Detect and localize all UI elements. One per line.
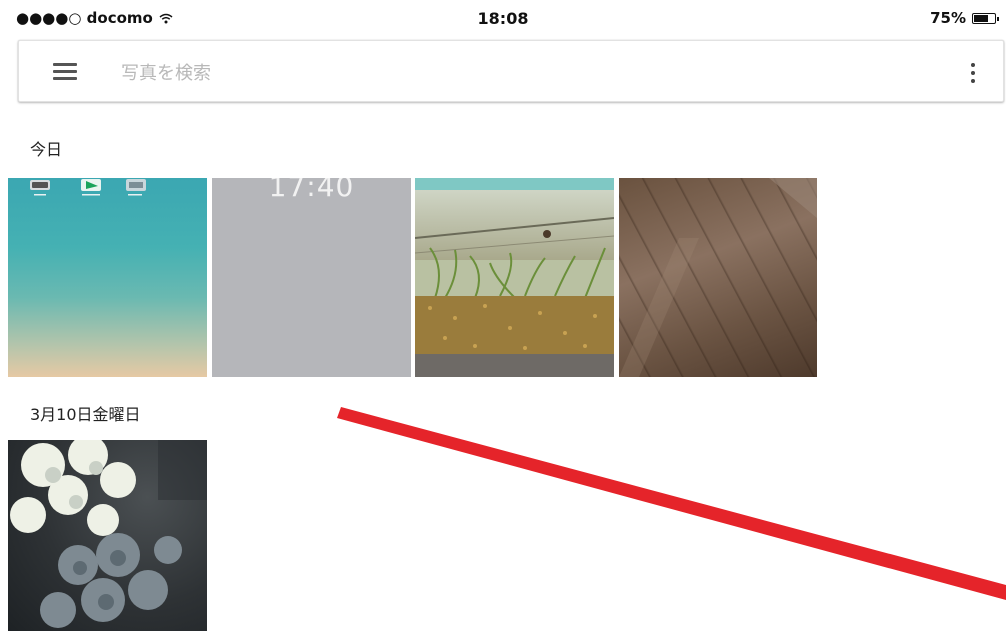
battery-percent: 75%: [930, 9, 966, 27]
more-vert-icon[interactable]: [969, 61, 977, 85]
section-header-march-10: 3月10日金曜日: [30, 405, 141, 424]
section-header-today: 今日: [30, 140, 63, 159]
battery-level-fill: [974, 14, 988, 22]
search-input[interactable]: [119, 55, 823, 91]
photo-flowers[interactable]: [8, 440, 207, 631]
photo-wood-floor[interactable]: [619, 178, 817, 377]
battery-icon: [972, 12, 999, 24]
battery-tip: [997, 16, 999, 21]
battery-area: 75%: [930, 9, 999, 27]
aquarium-photo-thumbnail: [415, 178, 614, 377]
status-bar: ●●●●○ docomo 18:08 75%: [0, 0, 1006, 36]
photo-home-screen[interactable]: [8, 178, 207, 377]
flower-photo-thumbnail: [10, 440, 207, 628]
tablet-home-screen-thumbnail: [30, 179, 146, 196]
photo-lock-screen[interactable]: 17:40: [212, 178, 411, 377]
clock: 18:08: [477, 9, 529, 28]
lock-screen-time: 17:40: [268, 178, 355, 203]
photo-aquarium[interactable]: [415, 178, 614, 377]
search-bar: [18, 40, 1004, 102]
wood-floor-photo-thumbnail: [619, 178, 817, 377]
hamburger-menu-icon[interactable]: [53, 63, 77, 81]
